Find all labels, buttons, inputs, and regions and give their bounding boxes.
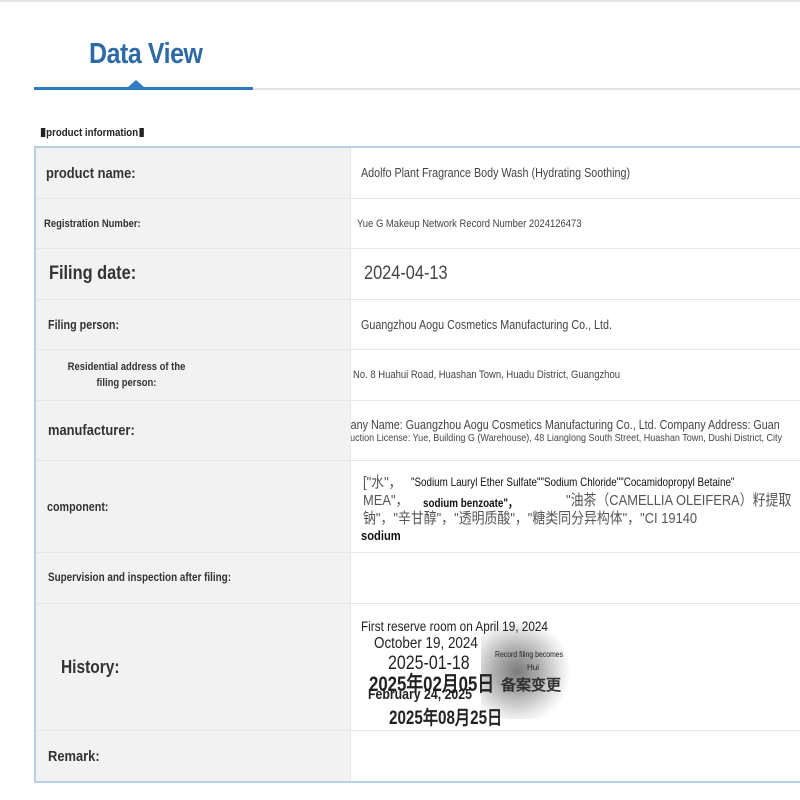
label-filing-person: Filing person: (36, 300, 351, 349)
value-filing-date: 2024-04-13 (364, 263, 448, 284)
value-address: No. 8 Huahui Road, Huashan Town, Huadu D… (353, 369, 620, 381)
tab-data-view[interactable]: Data View (89, 38, 203, 71)
value-manufacturer: Company Name: Guangzhou Aogu Cosmetics M… (351, 401, 800, 460)
history-entry: First reserve room on April 19, 2024 (361, 618, 548, 634)
value-product-name: Adolfo Plant Fragrance Body Wash (Hydrat… (361, 166, 631, 180)
table-row-manufacturer: manufacturer: Company Name: Guangzhou Ao… (36, 401, 800, 461)
table-row-product-name: product name: Adolfo Plant Fragrance Bod… (36, 148, 800, 199)
tab-bar: Data View (34, 30, 800, 92)
history-entry: 2025年08月25日 (389, 708, 503, 729)
top-border (0, 0, 800, 2)
value-registration: Yue G Makeup Network Record Number 20241… (357, 217, 582, 230)
label-manufacturer: manufacturer: (36, 401, 351, 460)
label-registration: Registration Number: (36, 199, 351, 248)
history-overlay-cn: 备案变更 (501, 677, 562, 694)
bracket-right-icon (139, 128, 144, 137)
history-entry: Hui (527, 663, 540, 672)
value-supervision (351, 553, 800, 603)
table-row-registration: Registration Number: Yue G Makeup Networ… (36, 199, 800, 249)
value-remark (351, 731, 800, 781)
table-row-component: component: ["水"， "Sodium Lauryl Ether Su… (36, 461, 800, 553)
history-entry: February 24, 2025 (368, 686, 472, 703)
component-text: ["水"， "Sodium Lauryl Ether Sulfate""Sodi… (361, 474, 792, 543)
manufacturer-company: Company Name: Guangzhou Aogu Cosmetics M… (351, 417, 781, 432)
active-tab-pointer-icon (128, 80, 144, 87)
table-row-history: History: First reserve room on April 19,… (36, 604, 800, 731)
value-component: ["水"， "Sodium Lauryl Ether Sulfate""Sodi… (351, 461, 800, 552)
active-tab-underline (34, 87, 253, 90)
table-row-filing-person: Filing person: Guangzhou Aogu Cosmetics … (36, 300, 800, 350)
label-address: Residential address of the filing person… (36, 350, 351, 400)
history-list: First reserve room on April 19, 2024 Oct… (351, 604, 800, 730)
table-row-supervision: Supervision and inspection after filing: (36, 553, 800, 604)
table-row-filing-date: Filing date: 2024-04-13 (36, 249, 800, 300)
table-row-remark: Remark: (36, 731, 800, 783)
label-product-name: product name: (36, 148, 351, 198)
table-row-address: Residential address of the filing person… (36, 350, 800, 401)
manufacturer-license: Production License: Yue, Building G (War… (351, 431, 783, 444)
product-info-table: product name: Adolfo Plant Fragrance Bod… (34, 146, 800, 783)
value-history: First reserve room on April 19, 2024 Oct… (351, 604, 800, 730)
bracket-left-icon (40, 128, 46, 137)
label-history: History: (36, 604, 351, 730)
label-supervision: Supervision and inspection after filing: (36, 553, 351, 603)
tab-divider (253, 88, 800, 90)
label-component: component: (36, 461, 351, 552)
value-filing-person: Guangzhou Aogu Cosmetics Manufacturing C… (361, 317, 612, 332)
section-label: product information (40, 127, 144, 139)
history-entry: October 19, 2024 (374, 635, 478, 652)
label-filing-date: Filing date: (36, 249, 351, 299)
history-entry: Record filing becomes (495, 650, 564, 659)
label-remark: Remark: (36, 731, 351, 781)
